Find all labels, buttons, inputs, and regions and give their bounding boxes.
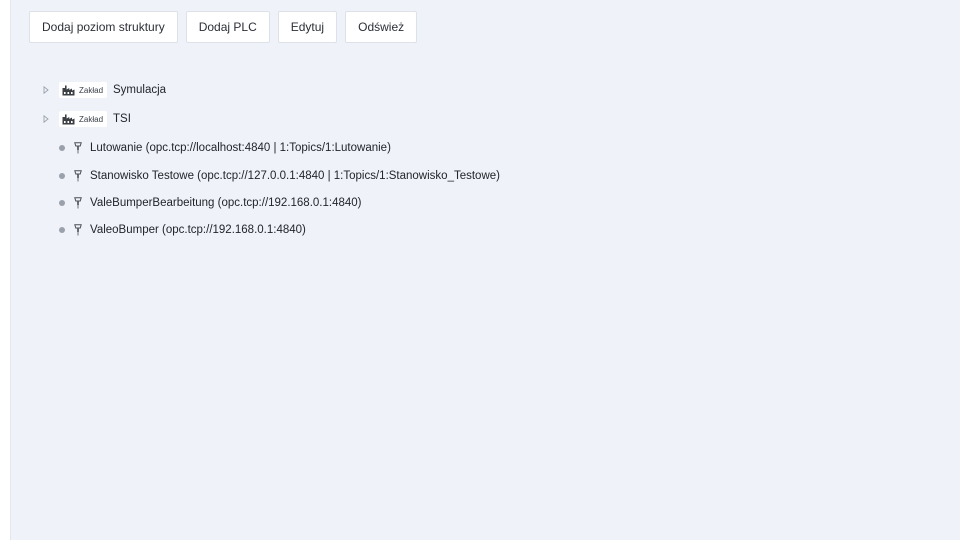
leaf-bullet <box>59 200 65 206</box>
plc-label[interactable]: Stanowisko Testowe (opc.tcp://127.0.0.1:… <box>90 170 500 182</box>
leaf-bullet <box>59 227 65 233</box>
add-plc-button[interactable]: Dodaj PLC <box>185 11 270 43</box>
tree-node-level[interactable]: Zakład TSI <box>41 108 131 130</box>
level-type-label: Zakład <box>79 114 104 124</box>
tree-node-plc[interactable]: ValeoBumper (opc.tcp://192.168.0.1:4840) <box>41 219 306 241</box>
structure-panel: Dodaj poziom struktury Dodaj PLC Edytuj … <box>10 0 960 540</box>
leaf-bullet <box>59 145 65 151</box>
expand-caret-icon[interactable] <box>41 114 51 124</box>
level-type-badge: Zakład <box>59 111 108 127</box>
tree-node-level[interactable]: Zakład Symulacja <box>41 79 166 101</box>
tree-node-plc[interactable]: Lutowanie (opc.tcp://localhost:4840 | 1:… <box>41 137 391 159</box>
tree-node-plc[interactable]: ValeBumperBearbeitung (opc.tcp://192.168… <box>41 192 362 214</box>
toolbar: Dodaj poziom struktury Dodaj PLC Edytuj … <box>29 11 418 43</box>
plc-label[interactable]: ValeBumperBearbeitung (opc.tcp://192.168… <box>90 197 362 209</box>
refresh-button[interactable]: Odśwież <box>345 11 418 43</box>
add-structure-level-button[interactable]: Dodaj poziom struktury <box>29 11 178 43</box>
level-name[interactable]: Symulacja <box>113 84 166 96</box>
factory-icon <box>62 114 75 124</box>
expand-caret-icon[interactable] <box>41 85 51 95</box>
tree-node-plc[interactable]: Stanowisko Testowe (opc.tcp://127.0.0.1:… <box>41 165 500 187</box>
level-type-badge: Zakład <box>59 82 108 98</box>
plc-label[interactable]: Lutowanie (opc.tcp://localhost:4840 | 1:… <box>90 142 391 154</box>
edit-button[interactable]: Edytuj <box>277 11 338 43</box>
leaf-bullet <box>59 173 65 179</box>
plc-icon <box>74 224 84 236</box>
level-name[interactable]: TSI <box>113 113 131 125</box>
plc-icon <box>74 170 84 182</box>
plc-icon <box>74 142 84 154</box>
plc-label[interactable]: ValeoBumper (opc.tcp://192.168.0.1:4840) <box>90 224 306 236</box>
plc-icon <box>74 197 84 209</box>
factory-icon <box>62 85 75 95</box>
level-type-label: Zakład <box>79 85 104 95</box>
